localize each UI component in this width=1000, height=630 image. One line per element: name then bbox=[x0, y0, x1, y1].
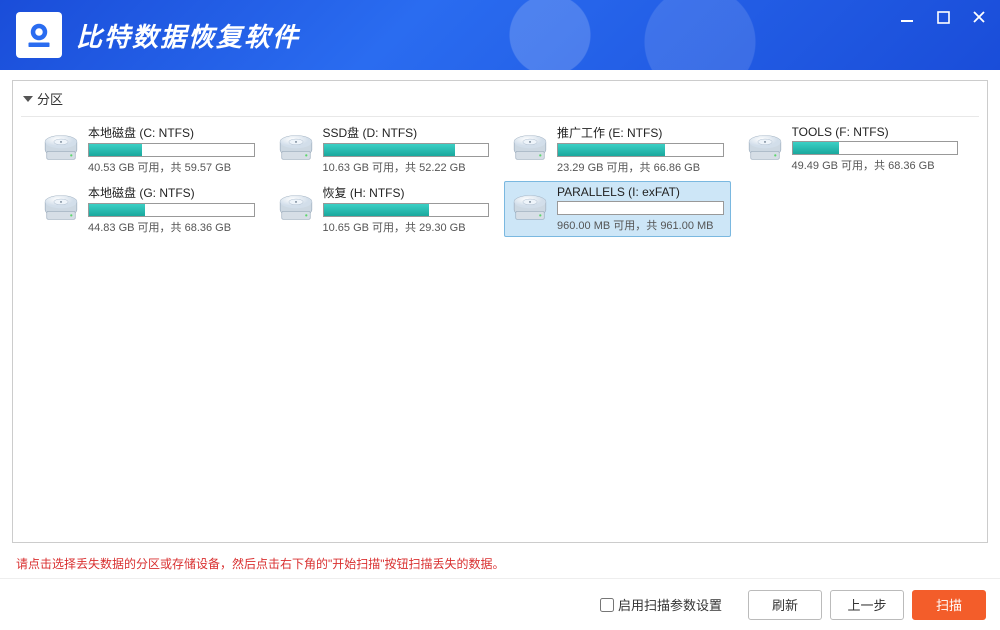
drive-usage-bar bbox=[88, 203, 255, 217]
drive-item[interactable]: PARALLELS (I: exFAT) 960.00 MB 可用，共 961.… bbox=[504, 181, 731, 237]
drive-status: 10.65 GB 可用，共 29.30 GB bbox=[323, 219, 490, 235]
drive-info: 本地磁盘 (C: NTFS) 40.53 GB 可用，共 59.57 GB bbox=[88, 124, 255, 175]
drive-usage-bar bbox=[792, 141, 959, 155]
drive-icon-wrap bbox=[277, 134, 315, 164]
app-window: 比特数据恢复软件 分区 本地磁盘 (C: NTFS) bbox=[0, 0, 1000, 630]
checkbox-input[interactable] bbox=[600, 598, 614, 612]
drive-usage-bar bbox=[323, 143, 490, 157]
drive-status: 10.63 GB 可用，共 52.22 GB bbox=[323, 159, 490, 175]
drive-name: 推广工作 (E: NTFS) bbox=[557, 124, 724, 141]
maximize-button[interactable] bbox=[932, 6, 954, 28]
titlebar: 比特数据恢复软件 bbox=[0, 0, 1000, 70]
disk-icon bbox=[277, 194, 315, 223]
drive-item[interactable]: 推广工作 (E: NTFS) 23.29 GB 可用，共 66.86 GB bbox=[504, 121, 731, 177]
drive-status: 49.49 GB 可用，共 68.36 GB bbox=[792, 157, 959, 173]
minimize-button[interactable] bbox=[896, 6, 918, 28]
drive-name: 恢复 (H: NTFS) bbox=[323, 184, 490, 201]
drive-usage-fill bbox=[89, 144, 142, 156]
drive-name: SSD盘 (D: NTFS) bbox=[323, 124, 490, 141]
drive-name: 本地磁盘 (C: NTFS) bbox=[88, 124, 255, 141]
minimize-icon bbox=[900, 10, 914, 24]
drive-usage-bar bbox=[557, 201, 724, 215]
disk-icon bbox=[277, 134, 315, 163]
drive-name: TOOLS (F: NTFS) bbox=[792, 125, 959, 139]
drive-usage-fill bbox=[324, 144, 456, 156]
drive-icon-wrap bbox=[511, 134, 549, 164]
drive-icon-wrap bbox=[511, 194, 549, 224]
drive-icon-wrap bbox=[42, 134, 80, 164]
drive-usage-fill bbox=[558, 144, 665, 156]
drive-icon-wrap bbox=[42, 194, 80, 224]
drive-item[interactable]: TOOLS (F: NTFS) 49.49 GB 可用，共 68.36 GB bbox=[739, 121, 966, 177]
app-logo bbox=[16, 12, 62, 58]
disk-icon bbox=[511, 134, 549, 163]
collapse-triangle-icon bbox=[23, 96, 33, 102]
drive-status: 960.00 MB 可用，共 961.00 MB bbox=[557, 217, 724, 233]
drive-name: 本地磁盘 (G: NTFS) bbox=[88, 184, 255, 201]
section-label: 分区 bbox=[37, 89, 63, 108]
drive-icon-wrap bbox=[746, 134, 784, 164]
drive-usage-fill bbox=[89, 204, 145, 216]
drive-name: PARALLELS (I: exFAT) bbox=[557, 185, 724, 199]
disk-icon bbox=[746, 134, 784, 163]
drive-usage-bar bbox=[323, 203, 490, 217]
hint-text: 请点击选择丢失数据的分区或存储设备，然后点击右下角的"开始扫描"按钮扫描丢失的数… bbox=[0, 547, 1000, 578]
partition-grid: 本地磁盘 (C: NTFS) 40.53 GB 可用，共 59.57 GB SS… bbox=[21, 116, 979, 542]
drive-usage-bar bbox=[557, 143, 724, 157]
disk-icon bbox=[42, 194, 80, 223]
drive-item[interactable]: 本地磁盘 (G: NTFS) 44.83 GB 可用，共 68.36 GB bbox=[35, 181, 262, 237]
prev-button[interactable]: 上一步 bbox=[830, 590, 904, 620]
drive-info: PARALLELS (I: exFAT) 960.00 MB 可用，共 961.… bbox=[557, 185, 724, 233]
footer: 启用扫描参数设置 刷新 上一步 扫描 bbox=[0, 578, 1000, 630]
close-icon bbox=[972, 10, 986, 24]
drive-usage-fill bbox=[793, 142, 839, 154]
drive-usage-fill bbox=[324, 204, 429, 216]
drive-item[interactable]: 本地磁盘 (C: NTFS) 40.53 GB 可用，共 59.57 GB bbox=[35, 121, 262, 177]
drive-usage-bar bbox=[88, 143, 255, 157]
window-controls bbox=[896, 6, 990, 28]
disk-icon bbox=[511, 194, 549, 223]
maximize-icon bbox=[937, 11, 950, 24]
drive-info: SSD盘 (D: NTFS) 10.63 GB 可用，共 52.22 GB bbox=[323, 124, 490, 175]
section-header[interactable]: 分区 bbox=[13, 81, 987, 116]
camera-icon bbox=[24, 20, 54, 50]
drive-info: TOOLS (F: NTFS) 49.49 GB 可用，共 68.36 GB bbox=[792, 125, 959, 173]
drive-info: 本地磁盘 (G: NTFS) 44.83 GB 可用，共 68.36 GB bbox=[88, 184, 255, 235]
drive-status: 44.83 GB 可用，共 68.36 GB bbox=[88, 219, 255, 235]
drive-icon-wrap bbox=[277, 194, 315, 224]
app-title: 比特数据恢复软件 bbox=[76, 17, 300, 54]
refresh-button[interactable]: 刷新 bbox=[748, 590, 822, 620]
content-area: 分区 本地磁盘 (C: NTFS) 40.53 GB 可用，共 59.57 GB bbox=[12, 80, 988, 543]
scan-button[interactable]: 扫描 bbox=[912, 590, 986, 620]
drive-status: 23.29 GB 可用，共 66.86 GB bbox=[557, 159, 724, 175]
drive-status: 40.53 GB 可用，共 59.57 GB bbox=[88, 159, 255, 175]
drive-info: 恢复 (H: NTFS) 10.65 GB 可用，共 29.30 GB bbox=[323, 184, 490, 235]
enable-scan-params-checkbox[interactable]: 启用扫描参数设置 bbox=[600, 595, 722, 614]
drive-item[interactable]: 恢复 (H: NTFS) 10.65 GB 可用，共 29.30 GB bbox=[270, 181, 497, 237]
checkbox-label: 启用扫描参数设置 bbox=[618, 595, 722, 614]
drive-item[interactable]: SSD盘 (D: NTFS) 10.63 GB 可用，共 52.22 GB bbox=[270, 121, 497, 177]
drive-info: 推广工作 (E: NTFS) 23.29 GB 可用，共 66.86 GB bbox=[557, 124, 724, 175]
close-button[interactable] bbox=[968, 6, 990, 28]
disk-icon bbox=[42, 134, 80, 163]
